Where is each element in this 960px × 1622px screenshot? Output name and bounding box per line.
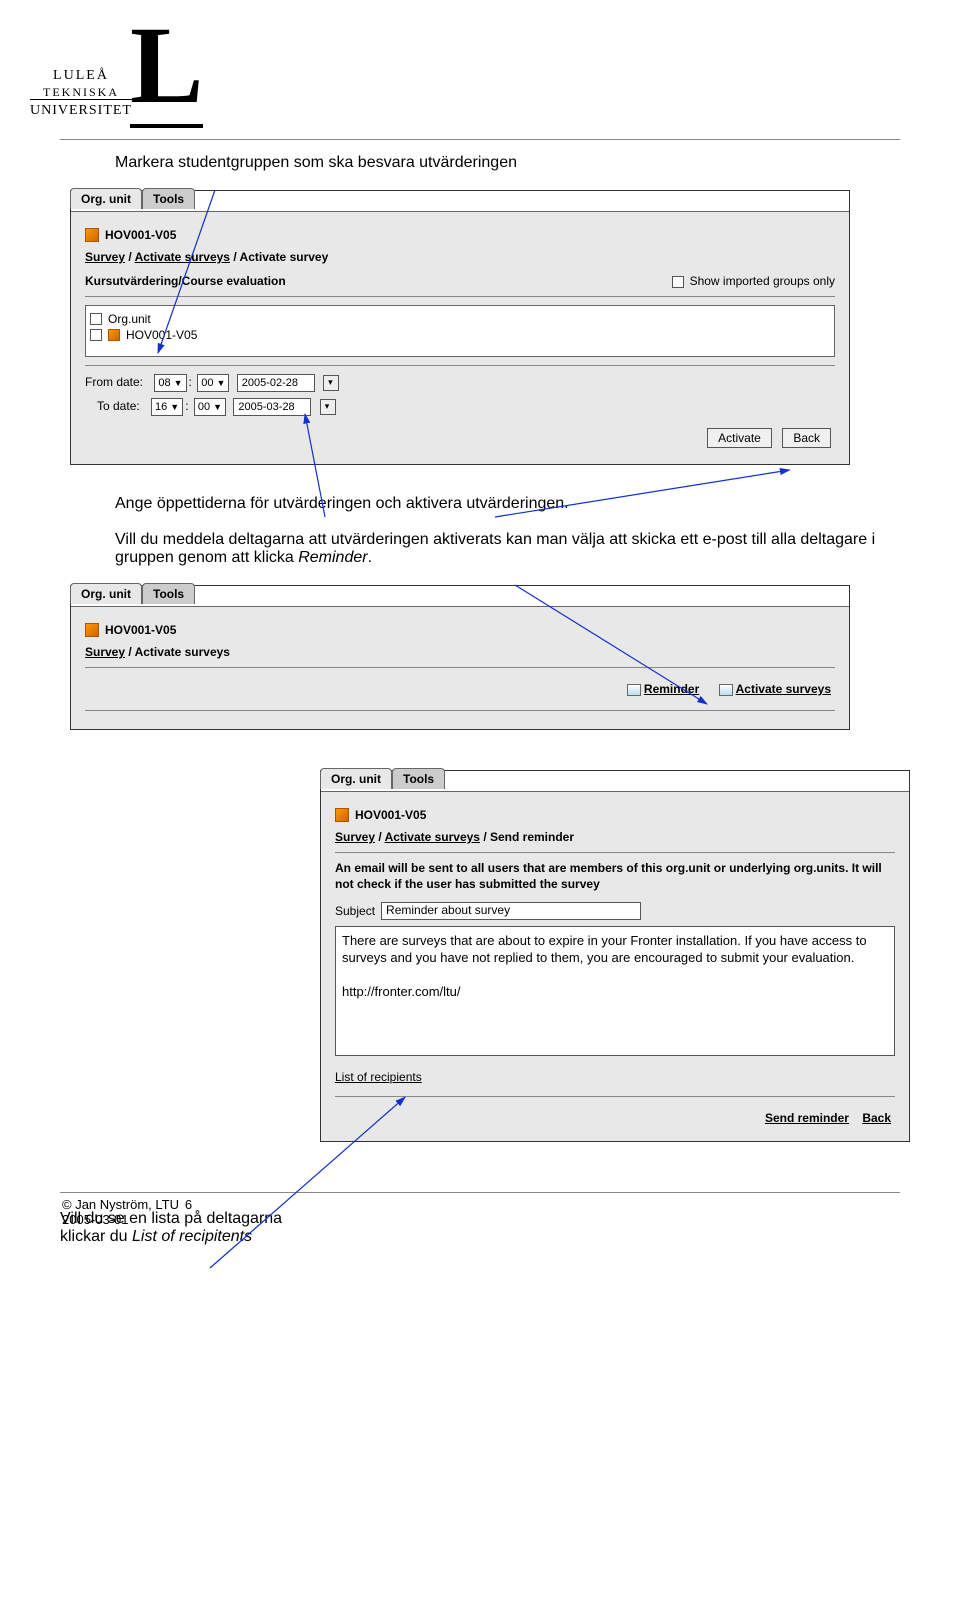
calendar-icon[interactable]: [323, 375, 339, 391]
from-date-input[interactable]: 2005-02-28: [237, 374, 315, 392]
breadcrumb: Survey / Activate surveys / Send reminde…: [335, 830, 895, 844]
instruction-2a: Ange öppettiderna för utvärderingen och …: [115, 495, 900, 513]
to-hour-select[interactable]: 16▼: [151, 398, 183, 416]
breadcrumb: Survey / Activate surveys / Activate sur…: [85, 250, 835, 264]
from-min-select[interactable]: 00▼: [197, 374, 229, 392]
activate-icon: [719, 684, 733, 696]
tab-tools[interactable]: Tools: [392, 768, 445, 789]
crumb-activate-surveys[interactable]: Activate surveys: [385, 830, 480, 844]
calendar-icon[interactable]: [320, 399, 336, 415]
org-unit-icon: [85, 228, 99, 242]
crumb-send-reminder: Send reminder: [490, 830, 574, 844]
subject-label: Subject: [335, 904, 375, 918]
footer-page-number: 6: [185, 1197, 192, 1212]
org-unit-icon: [335, 808, 349, 822]
logo-mark: L: [130, 10, 203, 128]
instruction-1: Markera studentgruppen som ska besvara u…: [115, 154, 900, 172]
reminder-icon: [627, 684, 641, 696]
from-hour-select[interactable]: 08▼: [154, 374, 186, 392]
back-button[interactable]: Back: [782, 428, 831, 448]
breadcrumb: Survey / Activate surveys: [85, 645, 835, 659]
org-unit-icon: [85, 623, 99, 637]
send-reminder-button[interactable]: Send reminder: [765, 1111, 849, 1125]
crumb-survey[interactable]: Survey: [85, 250, 125, 264]
org-unit-item-checkbox[interactable]: [90, 329, 102, 341]
course-code: HOV001-V05: [355, 808, 426, 822]
send-reminder-panel: Org. unit Tools HOV001-V05 Survey / Acti…: [320, 770, 910, 1142]
from-date-label: From date:: [85, 375, 143, 389]
side-caption: Vill du se en lista på deltagarna klicka…: [60, 1210, 290, 1246]
to-min-select[interactable]: 00▼: [194, 398, 226, 416]
org-unit-root-label: Org.unit: [108, 312, 151, 326]
to-date-label: To date:: [97, 399, 140, 413]
header-logo: L LULEÅ TEKNISKA UNIVERSITET: [60, 20, 900, 140]
reminder-link[interactable]: Reminder: [627, 682, 699, 696]
evaluation-title: Kursutvärdering/Course evaluation: [85, 274, 286, 288]
activate-survey-panel: Org. unit Tools HOV001-V05 Survey / Acti…: [70, 190, 850, 465]
crumb-survey[interactable]: Survey: [335, 830, 375, 844]
course-code: HOV001-V05: [105, 623, 176, 637]
list-of-recipients-link[interactable]: List of recipients: [335, 1070, 422, 1084]
course-code: HOV001-V05: [105, 228, 176, 242]
crumb-survey[interactable]: Survey: [85, 645, 125, 659]
tab-org-unit[interactable]: Org. unit: [320, 768, 392, 789]
to-date-input[interactable]: 2005-03-28: [233, 398, 311, 416]
activate-surveys-link[interactable]: Activate surveys: [719, 682, 831, 696]
instruction-2b: Vill du meddela deltagarna att utvärderi…: [115, 531, 900, 567]
tab-tools[interactable]: Tools: [142, 188, 195, 209]
show-imported-checkbox[interactable]: [672, 276, 684, 288]
crumb-activate-survey: Activate survey: [240, 250, 329, 264]
org-unit-icon: [108, 329, 120, 341]
tab-org-unit[interactable]: Org. unit: [70, 188, 142, 209]
org-unit-list[interactable]: Org.unit HOV001-V05: [85, 305, 835, 357]
tab-tools[interactable]: Tools: [142, 583, 195, 604]
message-textarea[interactable]: There are surveys that are about to expi…: [335, 926, 895, 1056]
org-unit-item-label: HOV001-V05: [126, 328, 197, 342]
activate-button[interactable]: Activate: [707, 428, 772, 448]
crumb-activate-surveys[interactable]: Activate surveys: [135, 250, 230, 264]
subject-input[interactable]: Reminder about survey: [381, 902, 641, 920]
tab-org-unit[interactable]: Org. unit: [70, 583, 142, 604]
org-unit-root-checkbox[interactable]: [90, 313, 102, 325]
activate-surveys-list-panel: Org. unit Tools HOV001-V05 Survey / Acti…: [70, 585, 850, 730]
back-button[interactable]: Back: [862, 1111, 891, 1125]
show-imported-label: Show imported groups only: [690, 274, 835, 288]
logo-text: LULEÅ TEKNISKA UNIVERSITET: [30, 68, 132, 120]
reminder-description: An email will be sent to all users that …: [335, 861, 895, 892]
crumb-activate-surveys: Activate surveys: [135, 645, 230, 659]
